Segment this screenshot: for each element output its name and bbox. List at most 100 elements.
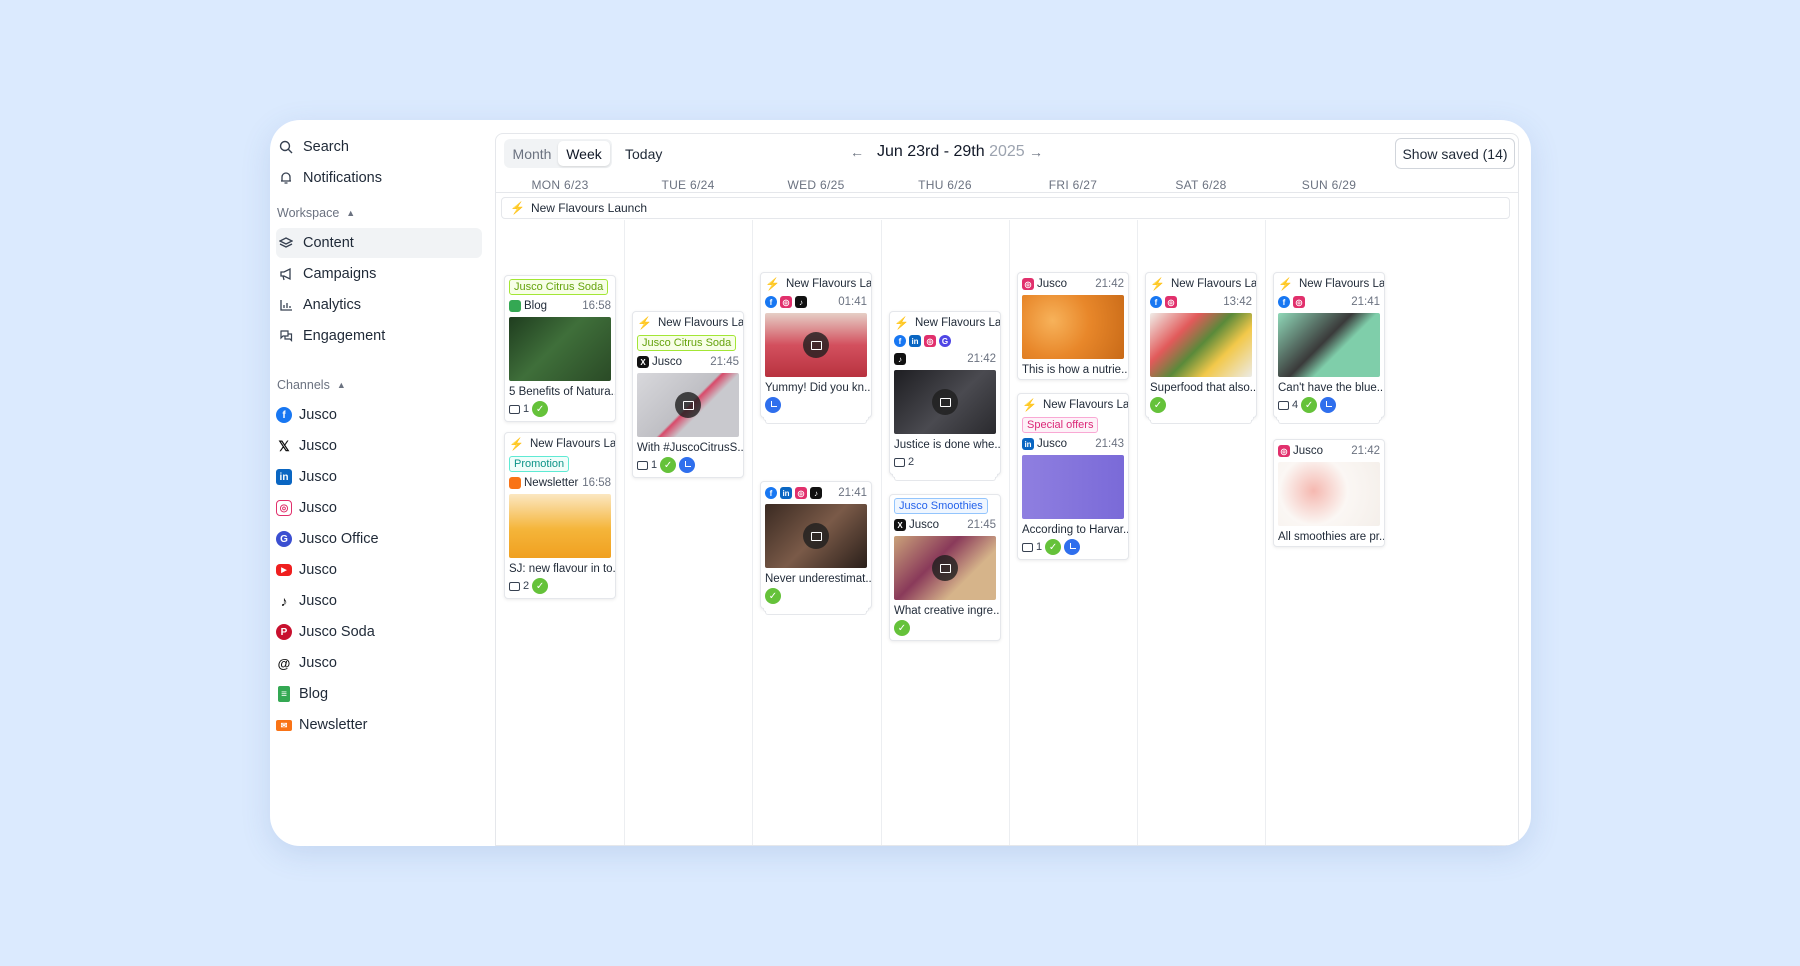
tag-label: Jusco Citrus Soda [637,335,737,351]
facebook-icon: f [765,487,777,499]
column-divider [1137,220,1138,845]
card-channel-row: f in ◎ ♪ 21:41 [761,484,871,502]
card-campaign-row: ⚡ New Flavours La... [505,435,615,453]
post-card[interactable]: ⚡ New Flavours La... fin◎G ♪ 21:42 Justice… [889,311,1001,481]
approved-check-icon: ✓ [1301,397,1318,413]
day-header: WED 6/25 [787,178,845,192]
post-card[interactable]: Jusco Citrus Soda Blog 16:58 5 Benefits o… [504,275,616,422]
post-caption: According to Harvar... [1022,524,1128,536]
post-caption: All smoothies are pr... [1278,531,1384,543]
sidebar-item-label: Campaigns [303,266,377,282]
card-channel-row: X Jusco 21:45 [633,353,743,371]
channel-item[interactable]: ♪ Jusco [276,587,337,615]
post-caption: SJ: new flavour in to... [509,563,615,575]
channel-name: Jusco [1293,445,1324,457]
channel-label: Jusco [299,500,337,516]
channel-item[interactable]: ✉ Newsletter [276,711,368,739]
post-card[interactable]: ⚡ New Flavours La... Promotion Newsletter… [504,432,616,599]
instagram-icon: ◎ [1278,445,1290,457]
post-image [1278,462,1380,526]
comment-icon [509,404,520,414]
channel-item[interactable]: ≡ Blog [276,680,328,708]
allday-event[interactable]: ⚡ New Flavours Launch [501,197,1510,219]
post-card[interactable]: ◎ Jusco 21:42 This is how a nutrie... [1017,272,1129,380]
post-card[interactable]: ⚡ New Flavours La... f◎ 13:42 Superfood th… [1145,272,1257,424]
campaign-name: New Flavours La... [1298,278,1384,290]
card-footer: 2 [890,454,1000,474]
scheduled-clock-icon [765,397,781,413]
facebook-icon: f [276,407,292,423]
post-image [894,536,996,600]
x-icon: 𝕏 [278,437,290,454]
campaign-name: New Flavours La... [785,278,871,290]
channel-item[interactable]: @ Jusco [276,649,337,677]
card-campaign-row: ⚡ New Flavours La... [1146,275,1256,293]
post-card[interactable]: ⚡ New Flavours La... Special offers inJus… [1017,393,1129,560]
sidebar-item-engagement[interactable]: Engagement [276,321,482,351]
sidebar-item-search[interactable]: Search [276,132,482,162]
post-caption: Never underestimat... [765,573,871,585]
video-icon [932,389,958,415]
card-channel-row: ♪ 21:42 [890,350,1000,368]
channel-item[interactable]: P Jusco Soda [276,618,375,646]
sidebar-item-notifications[interactable]: Notifications [276,163,482,193]
section-label: Channels [277,378,330,392]
post-card[interactable]: Jusco Smoothies X Jusco 21:45 What creativ… [889,494,1001,641]
layers-icon [278,235,294,251]
channel-item[interactable]: G Jusco Office [276,525,379,553]
channel-item[interactable]: 𝕏 Jusco [276,432,337,460]
post-card[interactable]: f in ◎ ♪ 21:41 Never underestimat... ✓ [760,481,872,615]
card-footer: ✓ [761,588,871,608]
channel-item[interactable]: f Jusco [276,401,337,429]
channel-item[interactable]: in Jusco [276,463,337,491]
prev-week-arrow-icon[interactable]: ← [850,144,864,160]
channel-item[interactable]: ▶ Jusco [276,556,337,584]
channel-label: Jusco [299,593,337,609]
sidebar-item-label: Analytics [303,297,362,313]
post-time: 21:45 [710,356,739,368]
column-divider [1265,220,1266,845]
post-caption: Justice is done whe... [894,439,1000,451]
post-time: 01:41 [838,296,867,308]
month-view-tab[interactable]: Month [506,141,558,166]
instagram-icon: ◎ [924,335,936,347]
x-icon: X [894,519,906,531]
sidebar-item-campaigns[interactable]: Campaigns [276,259,482,289]
channel-label: Blog [299,686,329,702]
approved-check-icon: ✓ [532,578,549,594]
tiktok-icon: ♪ [894,353,906,365]
linkedin-icon: in [909,335,921,347]
channel-label: Jusco [299,407,337,423]
post-caption: What creative ingre... [894,605,1000,617]
post-card[interactable]: ⚡ New Flavours La... f◎ 21:41 Can't have t… [1273,272,1385,424]
week-view-tab[interactable]: Week [558,141,610,166]
sidebar-item-analytics[interactable]: Analytics [276,290,482,320]
post-card[interactable]: ◎ Jusco 21:42 All smoothies are pr... [1273,439,1385,547]
channel-label: Newsletter [299,717,368,733]
sidebar-item-content[interactable]: Content [276,228,482,258]
date-range-title: Jun 23rd - 29th 2025 [877,143,1025,161]
card-footer: 4 ✓ [1274,397,1384,417]
workspace-section-header[interactable]: Workspace ▲ [277,206,355,220]
comment-count: 1 [651,459,658,471]
linkedin-icon: in [780,487,792,499]
sidebar: Search Notifications Workspace ▲ Content … [270,120,495,846]
calendar: Month Week Today ← Jun 23rd - 29th 2025 … [495,133,1519,846]
comment-icon [1278,400,1289,410]
campaign-name: New Flavours La... [529,438,615,450]
tiktok-icon: ♪ [795,296,807,308]
today-button[interactable]: Today [625,146,662,162]
post-image [1022,455,1124,519]
post-card[interactable]: ⚡ New Flavours La... Jusco Citrus Soda XJ… [632,311,744,478]
channel-item[interactable]: ◎ Jusco [276,494,337,522]
sidebar-item-label: Content [303,235,354,251]
show-saved-button[interactable]: Show saved (14) [1395,138,1515,169]
post-caption: Can't have the blue... [1278,382,1384,394]
channels-section-header[interactable]: Channels ▲ [277,378,346,392]
tiktok-icon: ♪ [280,593,288,609]
post-card[interactable]: ⚡ New Flavours La... f◎♪ 01:41 Yummy! Did … [760,272,872,424]
comment-icon [509,581,520,591]
next-week-arrow-icon[interactable]: → [1029,144,1043,160]
channel-label: Jusco Office [299,531,379,547]
card-campaign-row: ⚡ New Flavours La... [761,275,871,293]
